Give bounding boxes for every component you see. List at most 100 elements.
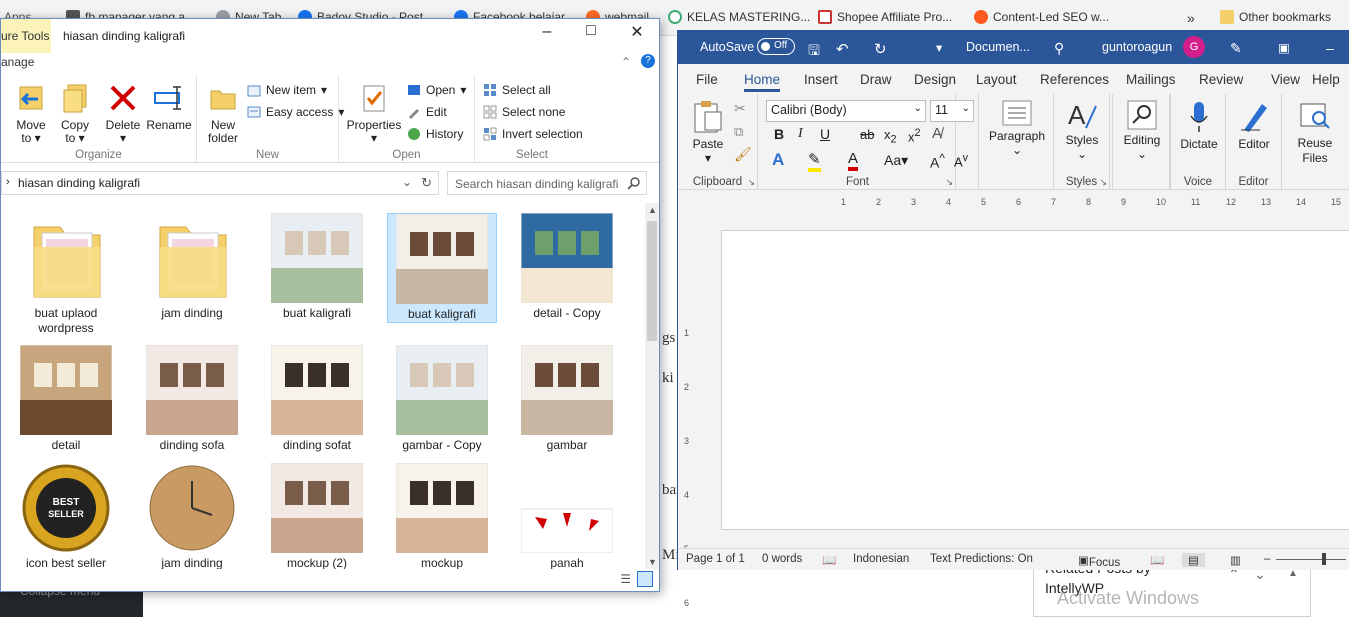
reuse-files-button[interactable]: Reuse Files — [1284, 100, 1346, 166]
rename-button[interactable]: Rename — [145, 81, 193, 132]
redo-icon[interactable]: ↻ — [874, 40, 887, 58]
select-all-button[interactable]: Select all — [483, 83, 551, 97]
bookmark-content-led[interactable]: Content-Led SEO w... — [974, 10, 1109, 24]
italic-button[interactable]: I — [798, 126, 803, 142]
open-button[interactable]: Open ▾ — [407, 83, 466, 97]
underline-button[interactable]: U — [820, 126, 830, 142]
context-tab-picture-tools[interactable]: ure Tools — [1, 19, 51, 53]
language[interactable]: Indonesian — [853, 553, 909, 565]
bookmark-kelas[interactable]: KELAS MASTERING... — [668, 10, 810, 24]
clear-formatting-icon[interactable]: A̸ — [932, 125, 942, 142]
file-tile[interactable]: jam dinding — [137, 213, 247, 321]
superscript-button[interactable]: x2 — [908, 127, 921, 144]
easy-access-button[interactable]: Easy access ▾ — [247, 105, 344, 119]
file-tile[interactable]: detail — [11, 344, 121, 453]
undo-icon[interactable]: ↶ — [836, 40, 849, 58]
save-icon[interactable]: 🖫 — [808, 40, 820, 64]
manage-tab[interactable]: anage — [1, 55, 34, 69]
invert-selection-button[interactable]: Invert selection — [483, 127, 583, 141]
tab-layout[interactable]: Layout — [976, 72, 1017, 87]
format-painter-icon[interactable]: 🖌 — [734, 146, 752, 163]
vertical-scrollbar[interactable]: ▲ ▼ — [645, 203, 659, 569]
edit-button[interactable]: Edit — [407, 105, 447, 119]
user-name[interactable]: guntoroagun — [1102, 40, 1172, 54]
file-tile[interactable]: dinding sofa — [137, 344, 247, 453]
text-effects-icon[interactable]: A — [772, 150, 784, 170]
file-tile[interactable]: buat uplaod wordpress — [11, 213, 121, 336]
tab-insert[interactable]: Insert — [804, 72, 838, 87]
scroll-up-arrow[interactable]: ▲ — [648, 205, 657, 215]
editing-button[interactable]: Editing ⌄ — [1115, 100, 1169, 161]
subscript-button[interactable]: x2 — [884, 127, 897, 146]
ribbon-display-icon[interactable]: ▣ — [1278, 40, 1290, 55]
read-mode-icon[interactable]: 📖 — [1150, 553, 1164, 567]
web-layout-icon[interactable]: ▥ — [1230, 553, 1241, 567]
word-count[interactable]: 0 words — [762, 553, 802, 565]
file-tile[interactable]: mockup — [387, 462, 497, 569]
file-tile[interactable]: gambar — [512, 344, 622, 453]
editor-button[interactable]: Editor — [1228, 100, 1280, 151]
customize-icon[interactable]: ▾ — [936, 40, 942, 55]
tab-references[interactable]: References — [1040, 72, 1109, 87]
address-dropdown-icon[interactable]: ⌄ — [402, 175, 412, 189]
new-folder-button[interactable]: New folder — [203, 81, 243, 145]
file-tile[interactable]: mockup (2) — [262, 462, 372, 569]
history-button[interactable]: History — [407, 127, 463, 141]
file-tile[interactable]: BEST SELLER icon best seller — [11, 463, 121, 569]
dialog-launcher-icon[interactable]: ↘ — [747, 177, 755, 188]
bookmarks-overflow[interactable]: » — [1187, 10, 1195, 26]
styles-button[interactable]: A Styles ⌄ — [1056, 100, 1108, 161]
copy-icon[interactable]: ⧉ — [734, 124, 743, 140]
shrink-font-icon[interactable]: Av — [954, 152, 968, 169]
dialog-launcher-icon[interactable]: ↘ — [1099, 177, 1107, 188]
tab-help[interactable]: Help — [1312, 72, 1340, 87]
details-view-icon[interactable]: ☰ — [620, 572, 631, 586]
avatar[interactable]: G — [1183, 36, 1205, 58]
new-item-button[interactable]: New item ▾ — [247, 83, 327, 97]
font-name-select[interactable]: Calibri (Body) ⌄ — [766, 100, 926, 122]
help-icon[interactable]: ? — [641, 54, 655, 68]
file-tile[interactable]: detail - Copy — [512, 212, 622, 321]
dictate-button[interactable]: Dictate — [1173, 100, 1225, 151]
select-none-button[interactable]: Select none — [483, 105, 565, 119]
text-predictions[interactable]: Text Predictions: On — [930, 553, 1033, 565]
file-tile[interactable]: jam dinding — [137, 463, 247, 569]
ribbon-collapse-icon[interactable]: ⌃ — [621, 55, 631, 69]
close-button[interactable]: ✕ — [622, 22, 652, 42]
file-tile[interactable]: buat kaligrafi — [387, 213, 497, 323]
file-tile[interactable]: gambar - Copy — [387, 344, 497, 453]
tab-home[interactable]: Home — [744, 72, 781, 92]
dialog-launcher-icon[interactable]: ↘ — [945, 177, 953, 188]
search-icon[interactable]: ⚲ — [1054, 40, 1064, 57]
font-color-icon[interactable]: A — [848, 150, 859, 171]
file-tile[interactable]: panah — [512, 463, 622, 569]
copy-to-button[interactable]: Copy to ▾ — [55, 81, 95, 145]
print-layout-icon[interactable]: ▤ — [1182, 553, 1205, 567]
change-case-icon[interactable]: Aa▾ — [884, 152, 908, 169]
paragraph-button[interactable]: Paragraph ⌄ — [983, 100, 1051, 157]
move-to-button[interactable]: Move to ▾ — [11, 81, 51, 145]
page-count[interactable]: Page 1 of 1 — [686, 553, 745, 565]
bookmark-shopee[interactable]: Shopee Affiliate Pro... — [818, 10, 952, 24]
focus-button[interactable]: ▣ Focus — [1078, 553, 1120, 569]
paste-button[interactable]: Paste ▾ — [686, 98, 730, 165]
document-page[interactable] — [721, 230, 1349, 530]
highlight-icon[interactable]: ✎ — [808, 150, 821, 172]
proofing-icon[interactable]: 📖 — [822, 553, 836, 567]
other-bookmarks[interactable]: Other bookmarks — [1220, 10, 1331, 24]
font-size-select[interactable]: 11 ⌄ — [930, 100, 974, 122]
maximize-button[interactable]: □ — [576, 22, 606, 40]
delete-button[interactable]: Delete ▾ — [101, 81, 145, 145]
minimize-button[interactable]: – — [1326, 40, 1334, 56]
scroll-down-arrow[interactable]: ▼ — [648, 557, 657, 567]
tab-view[interactable]: View — [1271, 72, 1300, 87]
properties-button[interactable]: Properties ▾ — [345, 81, 403, 145]
tab-review[interactable]: Review — [1199, 72, 1243, 87]
tab-draw[interactable]: Draw — [860, 72, 892, 87]
autosave-toggle[interactable]: Off — [757, 38, 795, 55]
file-tile[interactable]: buat kaligrafi — [262, 212, 372, 321]
tab-file[interactable]: File — [696, 72, 718, 87]
bold-button[interactable]: B — [774, 126, 784, 142]
grow-font-icon[interactable]: A^ — [930, 152, 945, 171]
zoom-thumb[interactable] — [1322, 553, 1326, 565]
